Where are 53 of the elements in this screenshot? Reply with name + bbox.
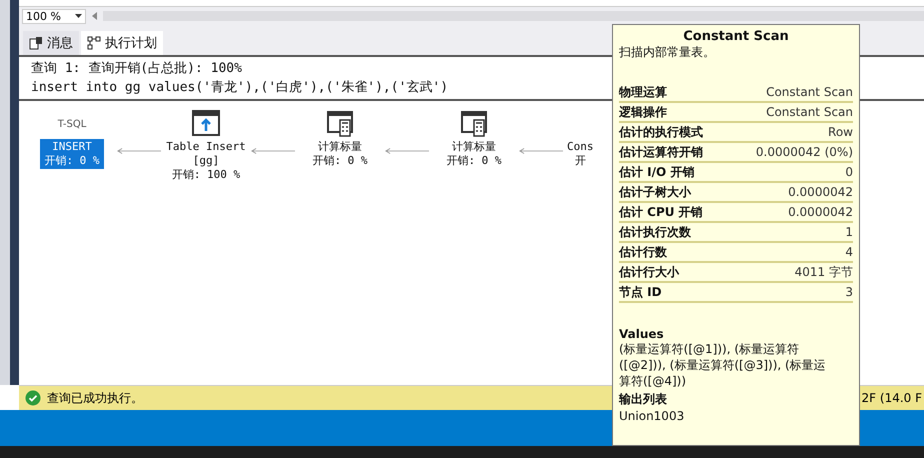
caret-icon bbox=[75, 14, 82, 18]
section-text: (标量运算符([@1])), (标量运算符([@2])), (标量运算符([@3])), (标量运算符([@4])) bbox=[619, 341, 827, 389]
section-heading: Values bbox=[619, 327, 665, 341]
section-text: Union1003 bbox=[619, 408, 686, 424]
check-circle-icon bbox=[25, 390, 41, 406]
plan-node[interactable]: Cons 开 bbox=[563, 139, 598, 169]
calculator-window-icon bbox=[326, 110, 354, 138]
document-icon bbox=[29, 36, 43, 50]
property-name: 逻辑操作 bbox=[619, 104, 667, 120]
property-name: 估计行大小 bbox=[619, 264, 679, 280]
plan-nodes-icon bbox=[87, 36, 101, 50]
property-name: 估计的执行模式 bbox=[619, 124, 703, 140]
results-tab[interactable]: 消息 bbox=[23, 31, 79, 55]
tooltip-title: Constant Scan bbox=[682, 29, 790, 44]
property-name: 物理运算 bbox=[619, 84, 667, 100]
property-name: 估计 CPU 开销 bbox=[619, 204, 703, 220]
zoom-dropdown[interactable]: 100 % bbox=[22, 8, 86, 24]
property-name: 估计执行次数 bbox=[619, 224, 691, 240]
node-caption: T-SQL bbox=[58, 118, 86, 132]
property-value: 0.0000042 bbox=[788, 185, 853, 199]
tooltip-description: 扫描内部常量表。 bbox=[619, 44, 716, 61]
property-name: 估计行数 bbox=[619, 244, 667, 260]
property-value: 0 bbox=[845, 165, 853, 179]
property-value: Constant Scan bbox=[766, 85, 853, 99]
property-name: 节点 ID bbox=[619, 284, 662, 300]
property-value: 4 bbox=[845, 245, 853, 259]
property-value: 3 bbox=[845, 285, 853, 299]
query-sql: insert into gg values('青龙'),('白虎'),('朱雀'),('玄武') bbox=[31, 79, 448, 97]
property-value: 0.0000042 (0%) bbox=[756, 145, 853, 159]
status-server-info: 2F (14.0 F bbox=[862, 391, 922, 405]
arrow-connector bbox=[251, 147, 295, 155]
property-value: 1 bbox=[845, 225, 853, 239]
property-name: 估计 I/O 开销 bbox=[619, 164, 694, 180]
property-value: Row bbox=[828, 125, 853, 139]
plan-node[interactable]: 计算标量 开销: 0 % bbox=[308, 139, 372, 169]
query-header: 查询 1: 查询开销(占总批): 100% bbox=[31, 60, 242, 78]
arrow-connector bbox=[385, 147, 429, 155]
arrow-connector bbox=[117, 147, 161, 155]
property-value: 0.0000042 bbox=[788, 205, 853, 219]
section-heading: 输出列表 bbox=[619, 391, 668, 408]
property-value: Constant Scan bbox=[766, 105, 853, 119]
table-insert-icon bbox=[191, 109, 221, 139]
property-value: 4011 字节 bbox=[794, 264, 853, 280]
scroll-left-icon[interactable] bbox=[92, 12, 97, 20]
plan-node[interactable]: Table Insert [gg] 开销: 100 % bbox=[162, 139, 250, 183]
plan-node[interactable]: 计算标量 开销: 0 % bbox=[442, 139, 506, 169]
arrow-connector bbox=[519, 147, 563, 155]
calculator-window-icon bbox=[460, 110, 488, 138]
plan-node[interactable]: INSERT 开销: 0 % bbox=[40, 139, 104, 169]
status-message: 查询已成功执行。 bbox=[47, 390, 143, 406]
property-name: 估计运算符开销 bbox=[619, 144, 703, 160]
property-name: 估计子树大小 bbox=[619, 184, 691, 200]
results-tab[interactable]: 执行计划 bbox=[81, 31, 163, 55]
